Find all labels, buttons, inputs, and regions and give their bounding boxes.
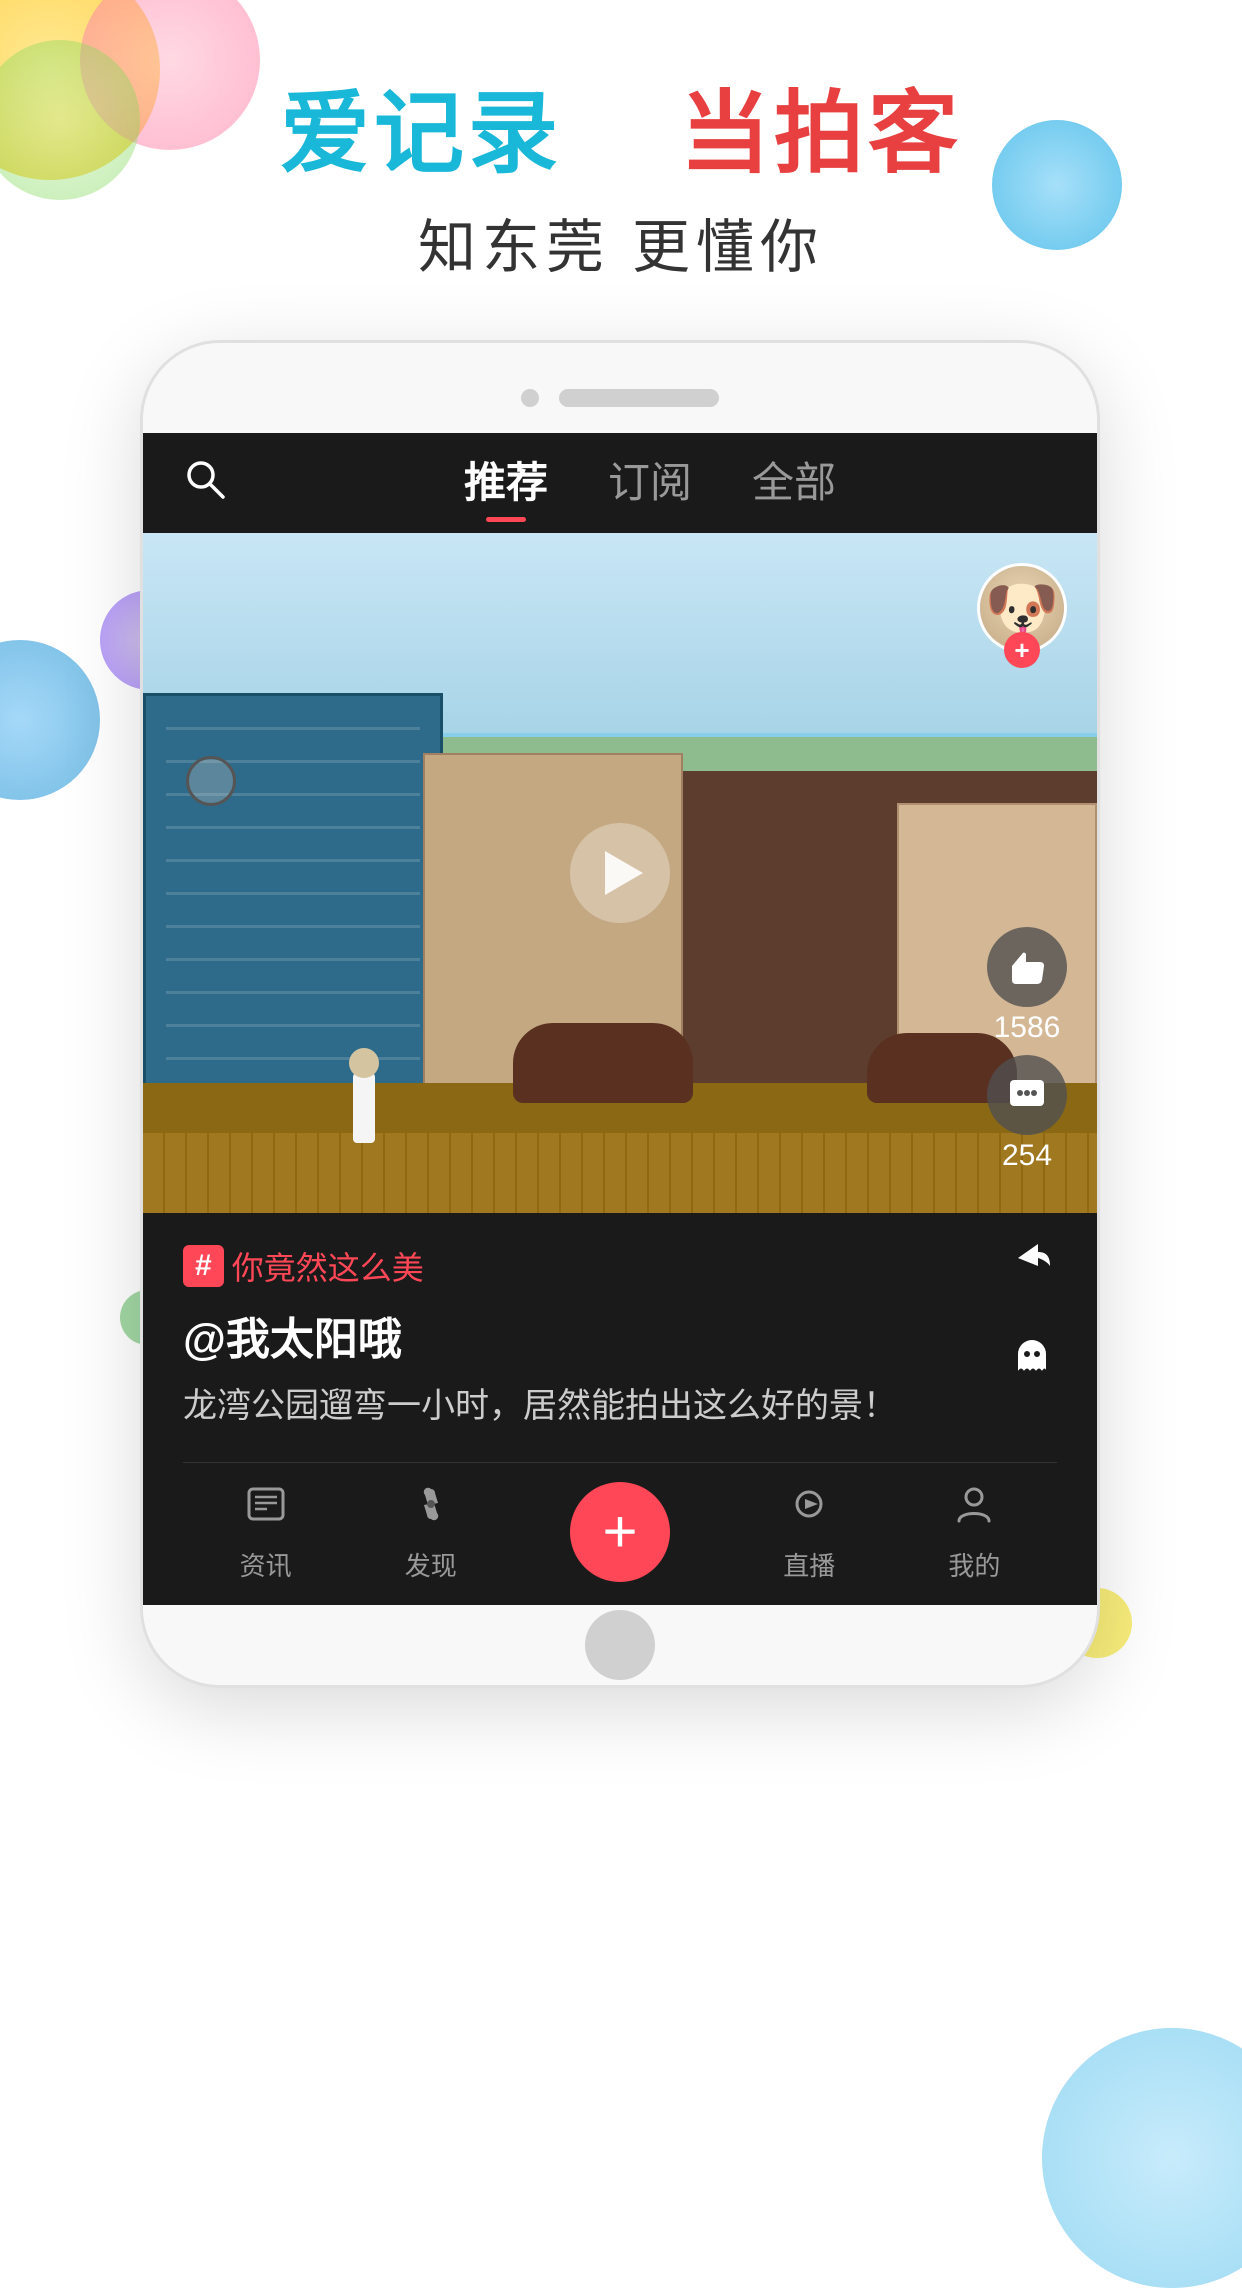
- phone-bottom-bar: [143, 1605, 1097, 1685]
- phone-camera-dot: [521, 389, 539, 407]
- like-action[interactable]: 1586: [987, 927, 1067, 1045]
- slogan-right: 当拍客: [680, 84, 962, 184]
- phone-mockup: 推荐 订阅 全部: [140, 340, 1100, 1688]
- play-triangle-icon: [605, 851, 643, 895]
- tab-recommend[interactable]: 推荐: [464, 449, 548, 518]
- video-shrub-1: [513, 1023, 693, 1103]
- nav-discover[interactable]: 发现: [405, 1481, 457, 1583]
- header-slogan: 爱记录 当拍客: [0, 60, 1242, 190]
- mine-label: 我的: [948, 1546, 1000, 1583]
- phone-top-bar: [143, 343, 1097, 433]
- nav-mine[interactable]: 我的: [948, 1481, 1000, 1583]
- video-container: + 1586: [143, 533, 1097, 1213]
- hash-icon: #: [183, 1245, 224, 1287]
- nav-news[interactable]: 资讯: [240, 1481, 292, 1583]
- video-building-left: [143, 693, 443, 1113]
- ghost-button[interactable]: [997, 1323, 1067, 1393]
- phone-speaker-bar: [559, 389, 719, 407]
- like-icon: [987, 927, 1067, 1007]
- decoration-blob-blue-bottom: [1042, 2028, 1242, 2288]
- header-section: 爱记录 当拍客 知东莞 更懂你: [0, 60, 1242, 284]
- action-sidebar: 1586 254: [987, 927, 1067, 1173]
- search-icon[interactable]: [183, 457, 243, 509]
- below-right-actions: [997, 1223, 1067, 1393]
- live-icon: [786, 1481, 832, 1538]
- live-label: 直播: [783, 1546, 835, 1583]
- video-clock: [186, 756, 236, 806]
- share-button[interactable]: [997, 1223, 1067, 1293]
- below-video-section: # 你竟然这么美 @我太阳哦 龙湾公园遛弯一小时，居然能拍出这么好的景！: [143, 1213, 1097, 1605]
- discover-label: 发现: [405, 1546, 457, 1583]
- nav-bar: 推荐 订阅 全部: [143, 433, 1097, 533]
- video-description: 龙湾公园遛弯一小时，居然能拍出这么好的景！: [183, 1381, 1057, 1432]
- user-avatar-container: +: [977, 563, 1067, 653]
- news-icon: [243, 1481, 289, 1538]
- video-figure: [343, 1043, 383, 1143]
- follow-button[interactable]: +: [1004, 632, 1040, 668]
- header-sub-slogan: 知东莞 更懂你: [0, 200, 1242, 284]
- tab-all[interactable]: 全部: [752, 449, 836, 518]
- comment-count: 254: [1002, 1139, 1052, 1173]
- add-icon: +: [602, 1502, 637, 1562]
- slogan-left: 爱记录: [280, 84, 562, 184]
- comment-icon: [987, 1055, 1067, 1135]
- video-deck: [143, 1133, 1097, 1213]
- app-content: 推荐 订阅 全部: [143, 433, 1097, 1605]
- nav-tabs: 推荐 订阅 全部: [464, 449, 836, 518]
- discover-icon: [408, 1481, 454, 1538]
- nav-live[interactable]: 直播: [783, 1481, 835, 1583]
- mine-icon: [951, 1481, 997, 1538]
- comment-action[interactable]: 254: [987, 1055, 1067, 1173]
- like-count: 1586: [994, 1011, 1061, 1045]
- video-tag-container: # 你竟然这么美: [183, 1243, 424, 1289]
- tab-subscribe[interactable]: 订阅: [608, 449, 692, 518]
- add-button[interactable]: +: [570, 1482, 670, 1582]
- news-label: 资讯: [240, 1546, 292, 1583]
- bottom-nav: 资讯 发现 +: [183, 1462, 1057, 1605]
- video-author[interactable]: @我太阳哦: [183, 1303, 1057, 1367]
- play-button[interactable]: [570, 823, 670, 923]
- decoration-blob-blue-left: [0, 640, 100, 800]
- phone-home-button[interactable]: [585, 1610, 655, 1680]
- video-tag-text: 你竟然这么美: [232, 1243, 424, 1289]
